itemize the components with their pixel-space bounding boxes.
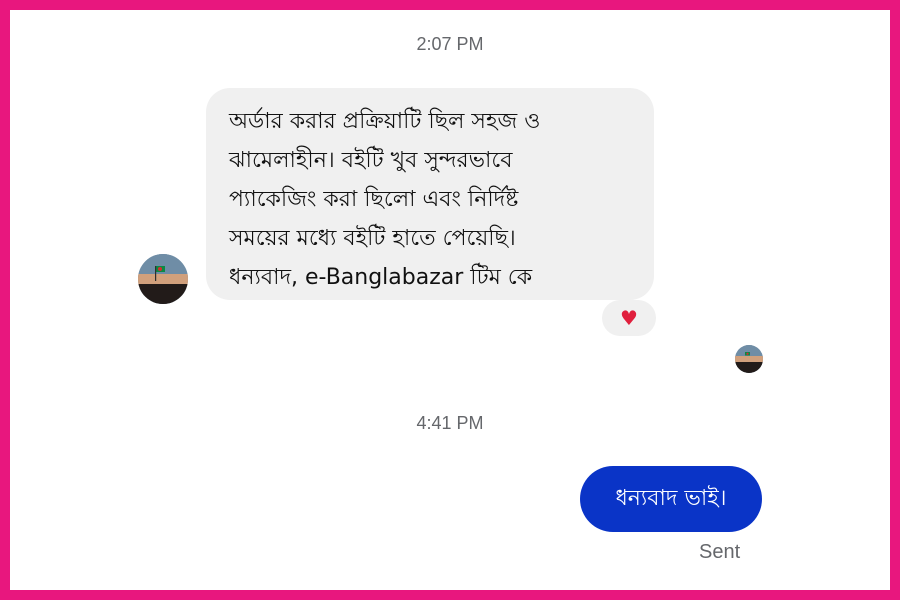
message-line-1: অর্ডার করার প্রক্রিয়াটি ছিল সহজ ও bbox=[229, 109, 541, 134]
contact-avatar[interactable] bbox=[138, 254, 188, 304]
outgoing-message-bubble[interactable]: ধন্যবাদ ভাই। bbox=[580, 466, 762, 532]
avatar-read-receipt-icon bbox=[735, 345, 763, 373]
heart-icon: ♥ bbox=[620, 306, 638, 330]
reaction-badge[interactable]: ♥ bbox=[602, 300, 656, 336]
message-line-4: সময়ের মধ্যে বইটি হাতে পেয়েছি। bbox=[229, 226, 516, 251]
incoming-message-bubble[interactable]: অর্ডার করার প্রক্রিয়াটি ছিল সহজ ও ঝামেল… bbox=[206, 88, 654, 300]
timestamp-2: 4:41 PM bbox=[416, 413, 484, 433]
timestamp-1: 2:07 PM bbox=[416, 34, 484, 54]
sunset-flag-avatar-icon bbox=[138, 254, 188, 304]
read-receipt-avatar bbox=[735, 345, 763, 373]
message-status: Sent bbox=[699, 541, 741, 563]
message-line-3: প্যাকেজিং করা ছিলো এবং নির্দিষ্ট bbox=[229, 187, 519, 212]
message-line-5: ধন্যবাদ, e-Banglabazar টিম কে bbox=[229, 265, 533, 290]
message-line-2: ঝামেলাহীন। বইটি খুব সুন্দরভাবে bbox=[229, 148, 513, 173]
